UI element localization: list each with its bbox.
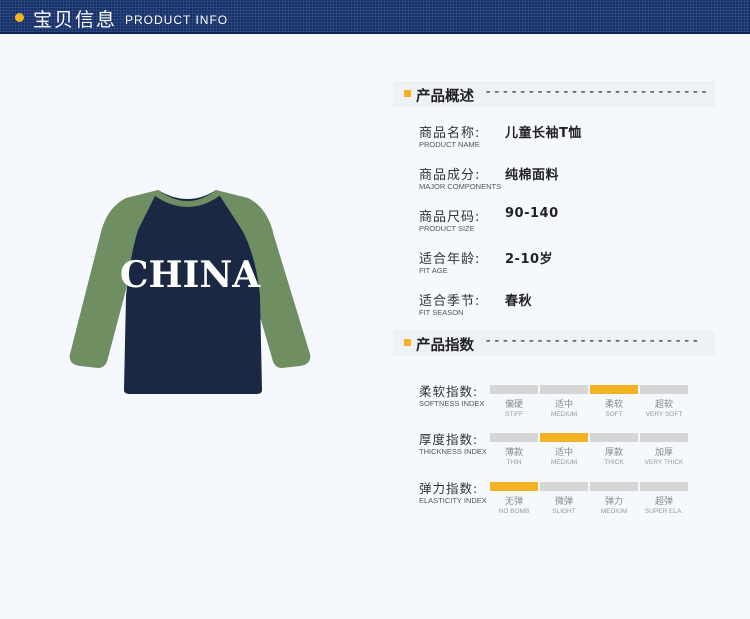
level-label: 适中 bbox=[554, 400, 573, 410]
scale-bar bbox=[640, 433, 688, 442]
overview-title: 产品概述 bbox=[416, 89, 474, 105]
scale-level: 厚款 THICK bbox=[590, 433, 638, 466]
scale-level: 微弹 SLIGHT bbox=[540, 482, 588, 515]
level-label-en: SUPER ELA. bbox=[644, 508, 684, 515]
level-label-en: THICK bbox=[604, 459, 624, 466]
index-square-icon bbox=[404, 339, 411, 346]
level-label: 超软 bbox=[654, 400, 673, 410]
level-label: 加厚 bbox=[654, 448, 673, 458]
header-subtitle: PRODUCT INFO bbox=[125, 13, 229, 27]
level-label: 厚款 bbox=[604, 448, 623, 458]
scale-level: 超软 VERY SOFT bbox=[640, 385, 688, 418]
softness-scale: 偏硬 STIFF 适中 MEDIUM 柔软 SOFT 超软 VERY SOFT bbox=[490, 385, 690, 425]
spec-label-en: FIT SEASON bbox=[419, 308, 464, 317]
scale-bar bbox=[540, 385, 588, 394]
level-label: 适中 bbox=[554, 448, 573, 458]
spec-label-en: FIT AGE bbox=[419, 266, 448, 275]
scale-level: 偏硬 STIFF bbox=[490, 385, 538, 418]
thickness-scale: 薄款 THIN 适中 MEDIUM 厚款 THICK 加厚 VERY THICK bbox=[490, 433, 690, 473]
level-label-en: VERY THICK bbox=[644, 459, 684, 466]
elasticity-index: 弹力指数: ELASTICITY INDEX 无弹 NO BOMB 微弹 SLIGH… bbox=[419, 478, 719, 518]
level-label: 柔软 bbox=[604, 400, 623, 410]
level-label-en: NO BOMB bbox=[498, 508, 530, 515]
spec-label: 适合年龄: bbox=[419, 252, 481, 267]
scale-level: 无弹 NO BOMB bbox=[490, 482, 538, 515]
level-label: 偏硬 bbox=[504, 400, 523, 410]
level-label-en: SLIGHT bbox=[552, 508, 576, 515]
level-label-en: SOFT bbox=[605, 411, 623, 418]
shirt-print-text: CHINA bbox=[120, 254, 261, 296]
overview-dashes: -------------------------- bbox=[484, 84, 709, 100]
level-label-en: STIFF bbox=[504, 411, 524, 418]
scale-bar bbox=[640, 385, 688, 394]
spec-row-components: 商品成分: MAJOR COMPONENTS 纯棉面料 bbox=[419, 164, 719, 196]
level-label: 无弹 bbox=[504, 497, 523, 507]
level-label-en: VERY SOFT bbox=[645, 411, 683, 418]
scale-level: 弹力 MEDIUM bbox=[590, 482, 638, 515]
level-label: 超弹 bbox=[654, 497, 673, 507]
header-dot-icon bbox=[15, 13, 24, 22]
scale-bar bbox=[590, 385, 638, 394]
spec-label: 商品成分: bbox=[419, 168, 481, 183]
spec-label-en: PRODUCT SIZE bbox=[419, 224, 475, 233]
scale-level: 适中 MEDIUM bbox=[540, 433, 588, 466]
level-label-en: THIN bbox=[506, 459, 522, 466]
scale-bar bbox=[490, 433, 538, 442]
scale-bar bbox=[490, 482, 538, 491]
header-title: 宝贝信息 bbox=[33, 9, 118, 31]
index-label: 弹力指数: bbox=[419, 481, 479, 496]
elasticity-scale: 无弹 NO BOMB 微弹 SLIGHT 弹力 MEDIUM 超弹 SUPER ELA. bbox=[490, 482, 690, 522]
spec-value: 90-140 bbox=[505, 206, 559, 221]
spec-value: 2-10岁 bbox=[505, 252, 554, 267]
level-label-en: MEDIUM bbox=[600, 508, 628, 515]
scale-bar bbox=[640, 482, 688, 491]
index-section-bar: 产品指数 ------------------------- bbox=[393, 330, 715, 356]
product-image: CHINA bbox=[66, 186, 314, 398]
spec-value: 纯棉面料 bbox=[505, 168, 560, 183]
scale-level: 超弹 SUPER ELA. bbox=[640, 482, 688, 515]
scale-bar bbox=[540, 433, 588, 442]
index-label-en: SOFTNESS INDEX bbox=[419, 399, 485, 408]
level-label-en: MEDIUM bbox=[550, 411, 578, 418]
index-label: 柔软指数: bbox=[419, 384, 479, 399]
level-label: 薄款 bbox=[504, 448, 523, 458]
section-header: 宝贝信息 PRODUCT INFO bbox=[0, 0, 750, 34]
scale-bar bbox=[540, 482, 588, 491]
spec-row-name: 商品名称: PRODUCT NAME 儿童长袖T恤 bbox=[419, 122, 719, 154]
spec-row-season: 适合季节: FIT SEASON 春秋 bbox=[419, 290, 719, 322]
level-label: 弹力 bbox=[604, 497, 623, 507]
scale-level: 薄款 THIN bbox=[490, 433, 538, 466]
spec-row-size: 商品尺码: PRODUCT SIZE 90-140 bbox=[419, 206, 719, 238]
spec-row-age: 适合年龄: FIT AGE 2-10岁 bbox=[419, 248, 719, 280]
spec-label-en: MAJOR COMPONENTS bbox=[419, 182, 502, 191]
scale-bar bbox=[590, 433, 638, 442]
level-label-en: MEDIUM bbox=[550, 459, 578, 466]
scale-level: 柔软 SOFT bbox=[590, 385, 638, 418]
index-dashes: ------------------------- bbox=[484, 333, 700, 349]
spec-value: 儿童长袖T恤 bbox=[505, 126, 582, 141]
thickness-index: 厚度指数: THICKNESS INDEX 薄款 THIN 适中 MEDIUM 厚款… bbox=[419, 429, 719, 469]
spec-label-en: PRODUCT NAME bbox=[419, 140, 480, 149]
scale-level: 加厚 VERY THICK bbox=[640, 433, 688, 466]
index-label: 厚度指数: bbox=[419, 432, 479, 447]
index-label-en: ELASTICITY INDEX bbox=[419, 496, 487, 505]
scale-level: 适中 MEDIUM bbox=[540, 385, 588, 418]
index-title: 产品指数 bbox=[416, 338, 474, 354]
spec-value: 春秋 bbox=[505, 294, 533, 309]
softness-index: 柔软指数: SOFTNESS INDEX 偏硬 STIFF 适中 MEDIUM 柔软… bbox=[419, 381, 719, 421]
spec-label: 商品名称: bbox=[419, 126, 481, 141]
spec-label: 适合季节: bbox=[419, 294, 481, 309]
tshirt-illustration: CHINA bbox=[69, 190, 311, 394]
overview-square-icon bbox=[404, 90, 411, 97]
level-label: 微弹 bbox=[554, 497, 573, 507]
spec-label: 商品尺码: bbox=[419, 210, 481, 225]
index-label-en: THICKNESS INDEX bbox=[419, 447, 487, 456]
scale-bar bbox=[590, 482, 638, 491]
scale-bar bbox=[490, 385, 538, 394]
overview-section-bar: 产品概述 -------------------------- bbox=[393, 81, 715, 107]
